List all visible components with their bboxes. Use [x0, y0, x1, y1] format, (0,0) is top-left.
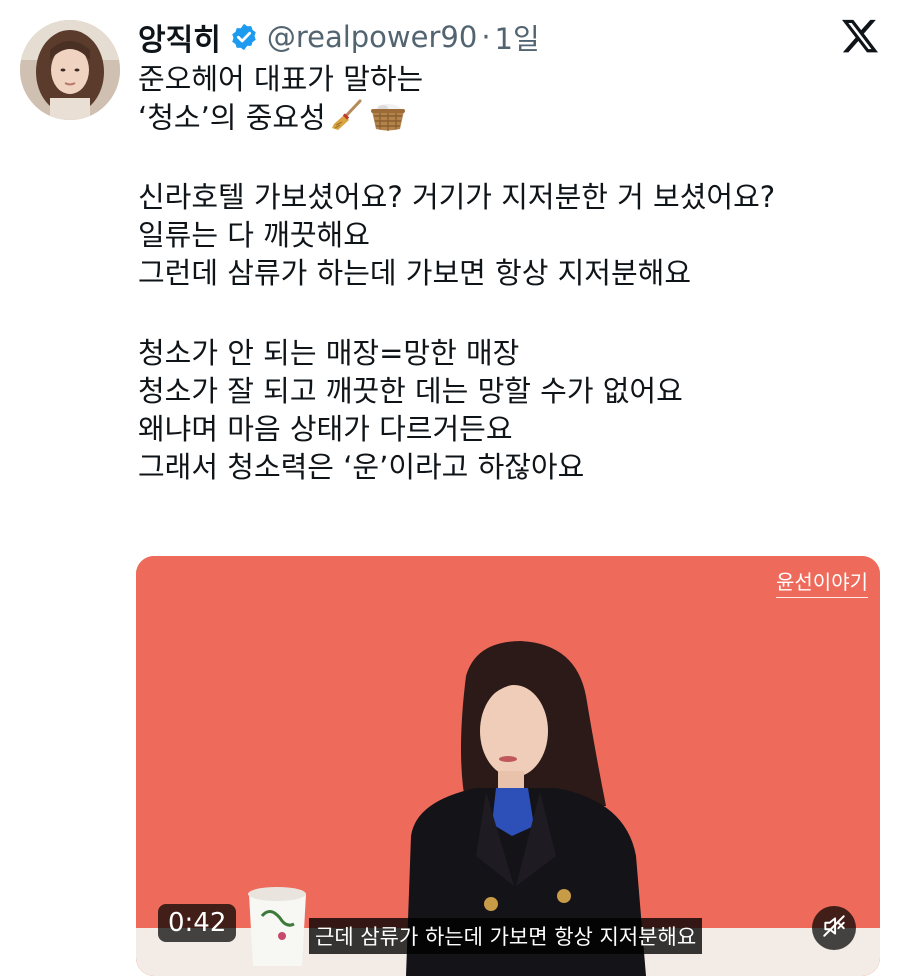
- tweet-line: 왜냐며 마음 상태가 다르거든요: [138, 412, 513, 446]
- author-handle[interactable]: @realpower90: [267, 20, 478, 54]
- author-display-name[interactable]: 앙직히: [138, 15, 221, 59]
- tweet-line: 청소가 잘 되고 깨끗한 데는 망할 수가 없어요: [138, 374, 683, 408]
- tweet-line: ‘청소’의 중요성: [138, 98, 878, 136]
- video-player[interactable]: 윤선이야기 0:42 근데 삼류가 하는데 가보면 항상 지저분해요: [136, 556, 880, 976]
- tweet-timestamp[interactable]: 1일: [495, 16, 540, 58]
- avatar[interactable]: [20, 20, 120, 120]
- channel-watermark: 윤선이야기: [776, 566, 868, 598]
- tweet-line: 준오헤어 대표가 말하는: [138, 62, 424, 96]
- tweet-header: 앙직히 @realpower90 · 1일: [138, 12, 540, 62]
- tweet-line: 청소가 안 되는 매장=망한 매장: [138, 336, 520, 370]
- basket-icon: [368, 98, 408, 141]
- video-subtitle: 근데 삼류가 하는데 가보면 항상 지저분해요: [309, 918, 703, 954]
- x-logo-icon[interactable]: [840, 16, 880, 56]
- video-frame: [136, 556, 880, 976]
- broom-icon: [330, 98, 364, 141]
- verified-badge-icon: [229, 22, 259, 52]
- muted-speaker-icon: [821, 913, 847, 943]
- header-separator: ·: [481, 20, 491, 54]
- tweet-card: 앙직히 @realpower90 · 1일 준오헤어 대표가 말하는 ‘청소’의…: [0, 0, 900, 976]
- tweet-line: 그래서 청소력은 ‘운’이라고 하잖아요: [138, 450, 585, 484]
- tweet-line: 일류는 다 깨끗해요: [138, 218, 370, 252]
- tweet-line: 신라호텔 가보셨어요? 거기가 지저분한 거 보셨어요?: [138, 180, 776, 214]
- tweet-text: 준오헤어 대표가 말하는 ‘청소’의 중요성 신라호텔 가보셨어요? 거기가 지…: [138, 60, 878, 486]
- mute-button[interactable]: [812, 906, 856, 950]
- tweet-line-text: ‘청소’의 중요성: [138, 100, 326, 135]
- video-duration: 0:42: [158, 904, 237, 942]
- tweet-line: 그런데 삼류가 하는데 가보면 항상 지저분해요: [138, 256, 692, 290]
